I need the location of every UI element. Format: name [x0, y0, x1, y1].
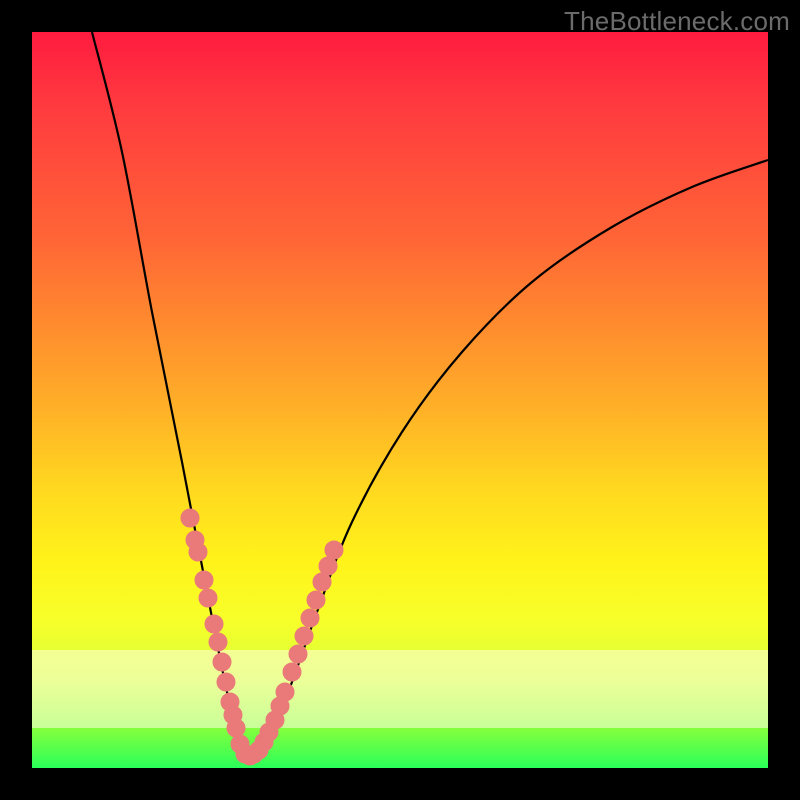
highlight-dot	[217, 673, 235, 691]
highlight-dot	[307, 591, 325, 609]
highlight-dot	[209, 633, 227, 651]
highlight-dot	[289, 645, 307, 663]
highlight-dot	[283, 663, 301, 681]
highlight-dot	[189, 543, 207, 561]
chart-svg	[32, 32, 768, 768]
highlight-dot	[276, 683, 294, 701]
highlight-dot	[213, 653, 231, 671]
highlight-dot	[301, 609, 319, 627]
highlight-dot	[319, 557, 337, 575]
highlight-dot	[199, 589, 217, 607]
plot-area	[32, 32, 768, 768]
highlight-dot	[227, 719, 245, 737]
highlight-dot	[313, 573, 331, 591]
highlight-dot	[325, 541, 343, 559]
highlight-dot	[181, 509, 199, 527]
chart-frame: TheBottleneck.com	[0, 0, 800, 800]
bottleneck-curve	[92, 32, 768, 757]
highlight-dot	[205, 615, 223, 633]
highlight-dots-group	[181, 509, 343, 765]
highlight-dot	[295, 627, 313, 645]
highlight-dot	[195, 571, 213, 589]
